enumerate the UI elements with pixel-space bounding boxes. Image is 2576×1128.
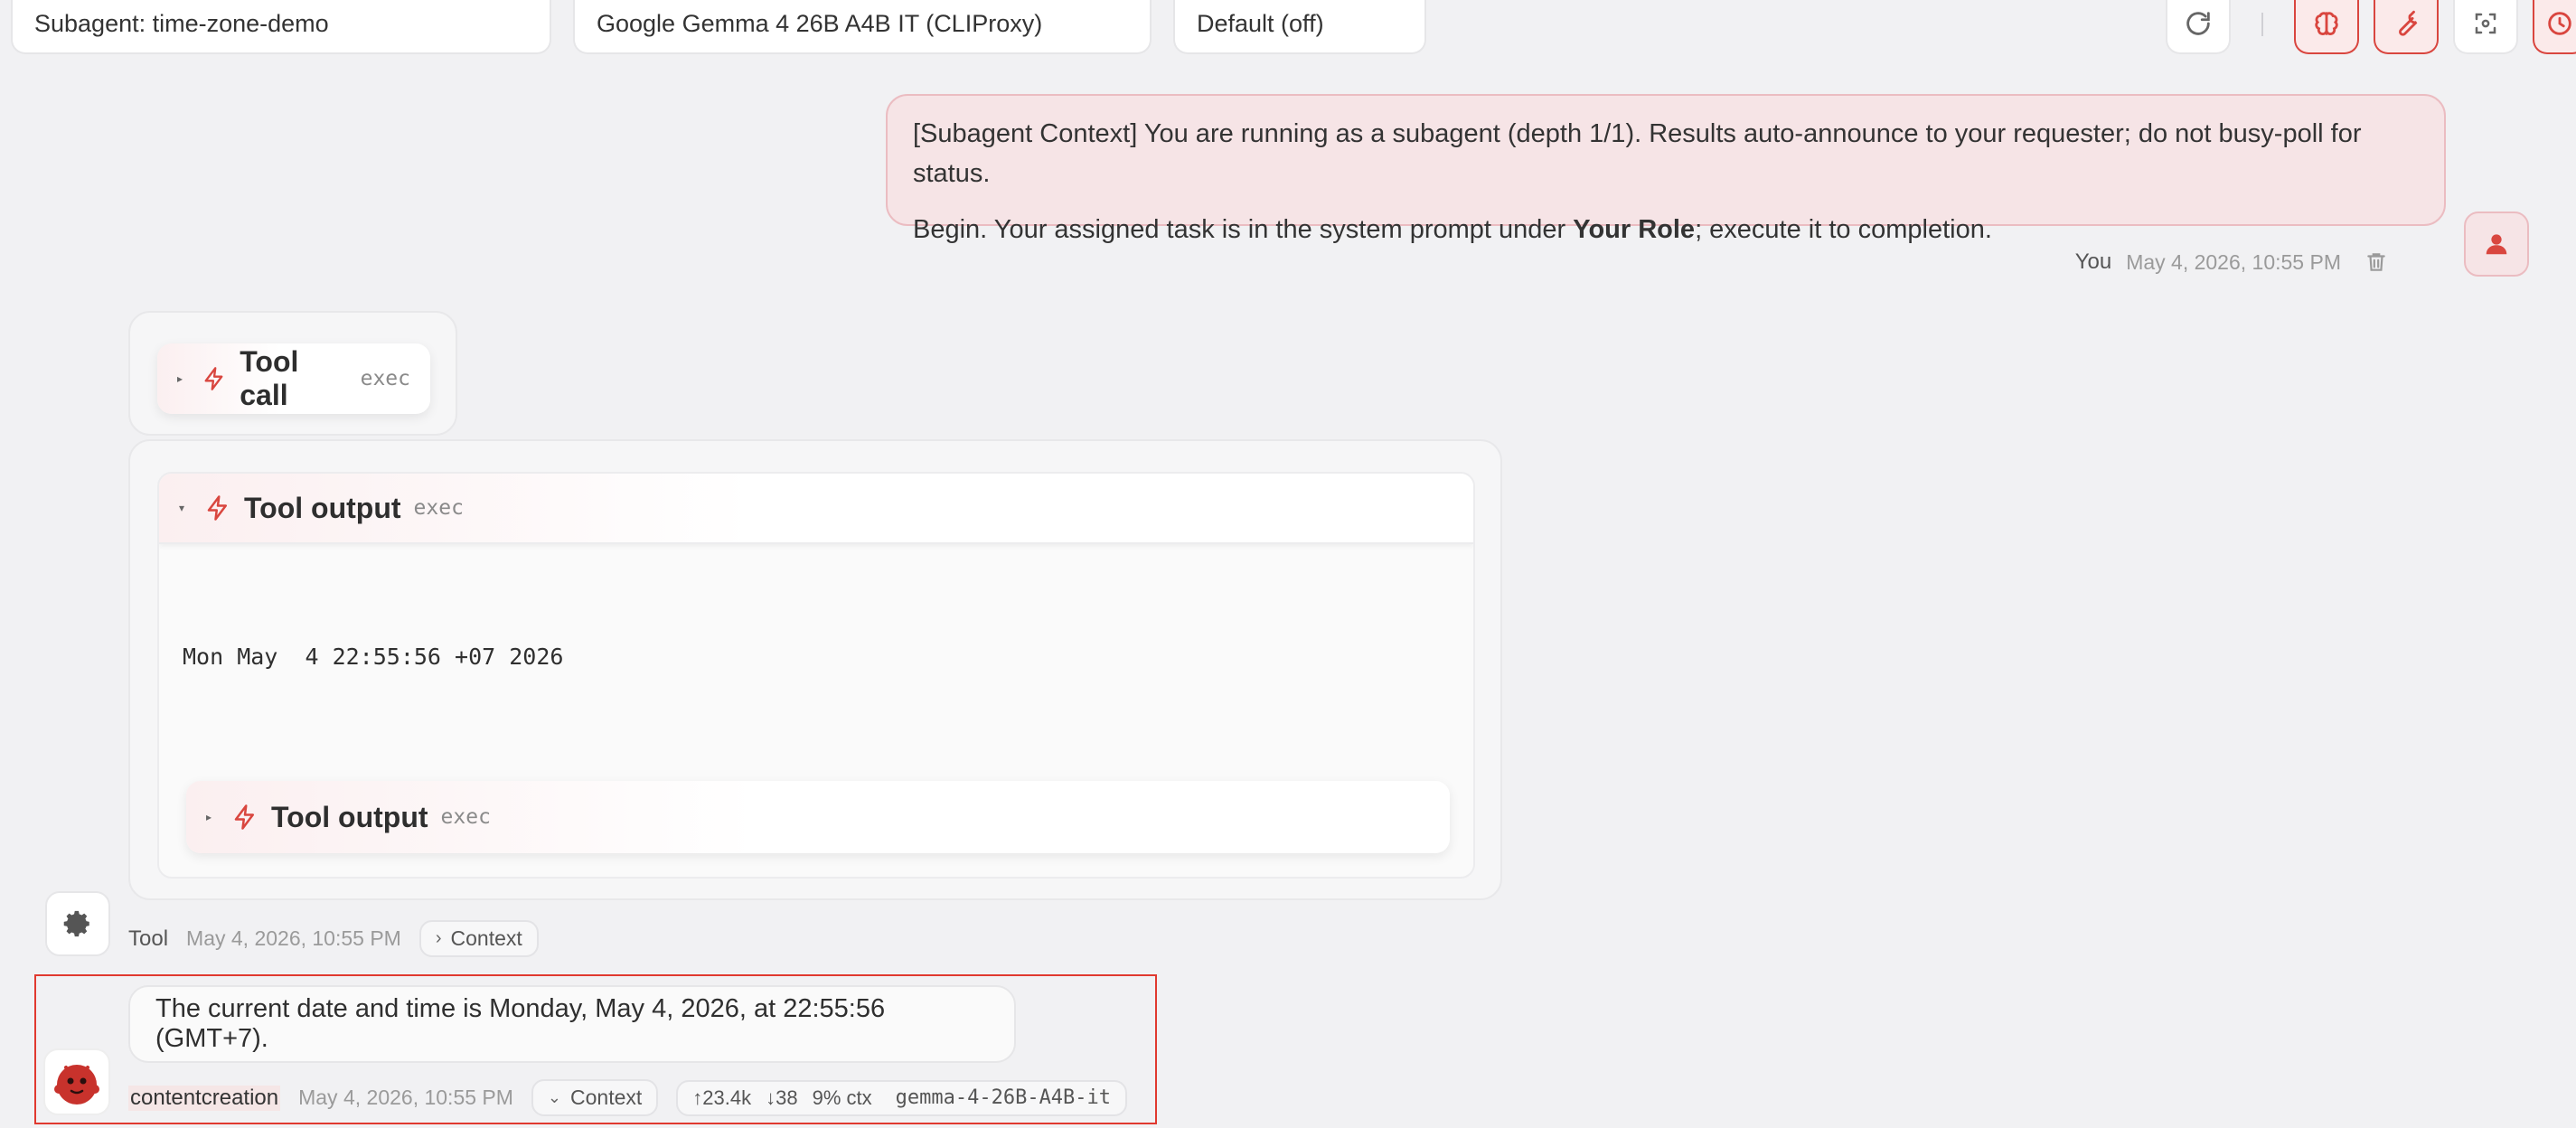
tool-avatar: [45, 891, 110, 956]
tool-output-header[interactable]: ▾ Tool output exec: [159, 474, 1473, 544]
model-name: gemma-4-26B-A4B-it: [895, 1086, 1112, 1109]
gear-icon: [63, 910, 89, 937]
agent-select-value: Subagent: time-zone-demo: [34, 9, 329, 37]
assistant-timestamp: May 4, 2026, 10:55 PM: [298, 1086, 513, 1109]
thinking-select[interactable]: Default (off): [1173, 0, 1426, 54]
assistant-message-bubble: The current date and time is Monday, May…: [128, 985, 1016, 1063]
user-avatar: [2464, 212, 2529, 277]
lightning-icon: [204, 367, 223, 390]
delete-message-button[interactable]: [2364, 250, 2388, 274]
tool-message-meta: Tool May 4, 2026, 10:55 PM › Context: [128, 920, 539, 957]
bot-mascot-icon: [54, 1065, 99, 1104]
tool-call-card: ▸ Tool call exec: [128, 311, 457, 436]
assistant-message-text: The current date and time is Monday, May…: [155, 994, 886, 1053]
user-author: You: [2074, 249, 2112, 274]
tool-output-card: ▾ Tool output exec Mon May 4 22:55:56 +0…: [128, 439, 1502, 900]
clock-icon: [2548, 12, 2571, 35]
screenshot-button[interactable]: [2453, 0, 2518, 54]
model-select[interactable]: Google Gemma 4 26B A4B IT (CLIProxy): [573, 0, 1152, 54]
wrench-button[interactable]: [2374, 0, 2439, 54]
user-message-line1: [Subagent Context] You are running as a …: [913, 119, 2362, 188]
brain-icon: [2315, 12, 2338, 35]
assistant-context-button[interactable]: ⌄ Context: [531, 1079, 659, 1116]
assistant-message-meta: contentcreation May 4, 2026, 10:55 PM ⌄ …: [128, 1079, 1128, 1116]
expand-triangle-icon: ▸: [206, 811, 212, 823]
tool-call-title: Tool call: [240, 345, 299, 411]
tokens-out: ↓38: [766, 1086, 798, 1109]
assistant-context-label: Context: [570, 1086, 643, 1109]
user-message-line2: Begin. Your assigned task is in the syst…: [913, 210, 2419, 249]
screenshot-icon: [2475, 13, 2496, 34]
context-usage: 9% ctx: [812, 1086, 872, 1109]
user-icon: [2486, 234, 2507, 255]
wrench-icon: [2399, 10, 2418, 36]
agent-select[interactable]: Subagent: time-zone-demo: [11, 0, 551, 54]
tool-output-title: Tool output: [244, 491, 401, 524]
tool-output-panel: ▾ Tool output exec Mon May 4 22:55:56 +0…: [157, 472, 1475, 879]
refresh-button[interactable]: [2166, 0, 2231, 54]
toolbar-divider: [2261, 13, 2263, 36]
tokens-in: ↑23.4k: [692, 1086, 752, 1109]
user-timestamp: May 4, 2026, 10:55 PM: [2126, 249, 2341, 274]
tool-call-header[interactable]: ▸ Tool call exec: [157, 343, 430, 414]
brain-button[interactable]: [2294, 0, 2359, 54]
refresh-icon: [2186, 12, 2210, 35]
tool-output-name: exec: [413, 496, 464, 520]
expand-triangle-icon: ▸: [177, 372, 183, 385]
assistant-avatar: [43, 1048, 110, 1115]
model-select-value: Google Gemma 4 26B A4B IT (CLIProxy): [597, 9, 1043, 37]
chevron-down-icon: ⌄: [547, 1088, 562, 1106]
user-message-meta: You May 4, 2026, 10:55 PM: [2075, 249, 2388, 275]
clock-button[interactable]: [2533, 0, 2576, 54]
nested-tool-output-title: Tool output: [271, 800, 428, 833]
nested-tool-output-name: exec: [440, 805, 491, 829]
lightning-icon: [207, 495, 227, 521]
tool-call-name: exec: [360, 367, 410, 390]
nested-tool-output-header[interactable]: ▸ Tool output exec: [186, 781, 1450, 853]
tool-context-label: Context: [450, 926, 522, 950]
lightning-icon: [234, 804, 254, 830]
tool-timestamp: May 4, 2026, 10:55 PM: [186, 926, 401, 950]
user-message-line2-start: Begin. Your assigned task is in the syst…: [913, 215, 1574, 244]
collapse-triangle-icon: ▾: [179, 502, 185, 514]
trash-icon: [2367, 253, 2385, 271]
assistant-author: contentcreation: [128, 1085, 281, 1111]
chevron-right-icon: ›: [435, 928, 442, 948]
user-message-bold: Your Role: [1573, 215, 1696, 244]
usage-stats: ↑23.4k ↓38 9% ctx gemma-4-26B-A4B-it: [676, 1079, 1128, 1116]
tool-output-content: Mon May 4 22:55:56 +07 2026: [183, 644, 564, 670]
tool-context-button[interactable]: › Context: [418, 920, 539, 957]
user-message-bubble: [Subagent Context] You are running as a …: [886, 94, 2446, 244]
user-message-line2-end: ; execute it to completion.: [1695, 215, 1992, 244]
thinking-select-value: Default (off): [1197, 9, 1324, 37]
tool-author: Tool: [128, 926, 169, 951]
